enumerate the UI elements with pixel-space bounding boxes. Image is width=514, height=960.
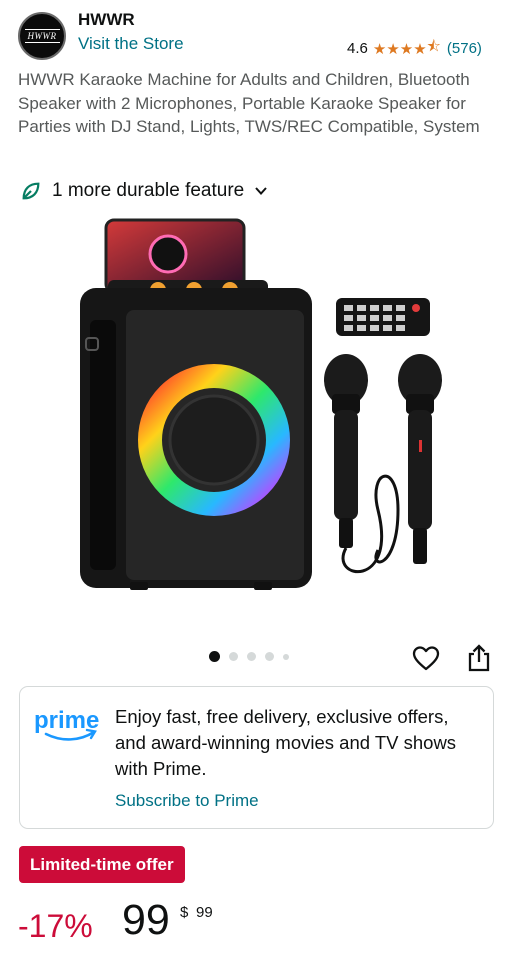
- half-star-icon: ⯪: [426, 38, 441, 55]
- leaf-icon: [22, 182, 40, 200]
- price-whole: 99: [122, 896, 170, 944]
- subscribe-prime-link[interactable]: Subscribe to Prime: [115, 791, 259, 811]
- image-carousel-dots[interactable]: [209, 651, 298, 662]
- carousel-dot[interactable]: [265, 652, 274, 661]
- prime-message: Enjoy fast, free delivery, exclusive off…: [115, 706, 457, 779]
- durable-feature-toggle[interactable]: 1 more durable feature: [20, 180, 268, 202]
- microphone-right: [398, 354, 442, 564]
- share-icon[interactable]: [466, 644, 492, 672]
- star-icon: ★: [386, 40, 400, 58]
- carousel-dot[interactable]: [247, 652, 256, 661]
- star-icon: ★: [413, 40, 427, 58]
- price-fraction: 99: [196, 904, 213, 921]
- store-logo-text: HWWR: [24, 29, 60, 43]
- brand-name[interactable]: HWWR: [78, 10, 135, 30]
- star-icon: ★: [372, 40, 387, 58]
- price-currency: $: [180, 904, 189, 921]
- carousel-dot[interactable]: [209, 651, 220, 662]
- microphone-left: [324, 354, 400, 574]
- chevron-down-icon: [255, 187, 267, 195]
- discount-percent: -17%: [18, 908, 93, 944]
- deal-badge: Limited-time offer: [19, 846, 185, 883]
- product-image[interactable]: [68, 210, 448, 610]
- product-title: HWWR Karaoke Machine for Adults and Chil…: [18, 70, 480, 136]
- heart-icon[interactable]: [412, 645, 440, 673]
- visit-store-link[interactable]: Visit the Store: [78, 34, 184, 54]
- store-logo[interactable]: HWWR: [18, 12, 66, 60]
- star-icon: ★: [399, 40, 414, 58]
- review-count-link[interactable]: (576): [447, 40, 482, 57]
- prime-logo: prime: [34, 707, 99, 741]
- carousel-dot[interactable]: [283, 653, 289, 660]
- rating-value: 4.6: [347, 40, 368, 57]
- carousel-dot[interactable]: [229, 652, 238, 661]
- rating-summary[interactable]: 4.6 ★ ★ ★ ★ ⯪ (576): [347, 36, 482, 61]
- durable-feature-label: 1 more durable feature: [52, 180, 245, 201]
